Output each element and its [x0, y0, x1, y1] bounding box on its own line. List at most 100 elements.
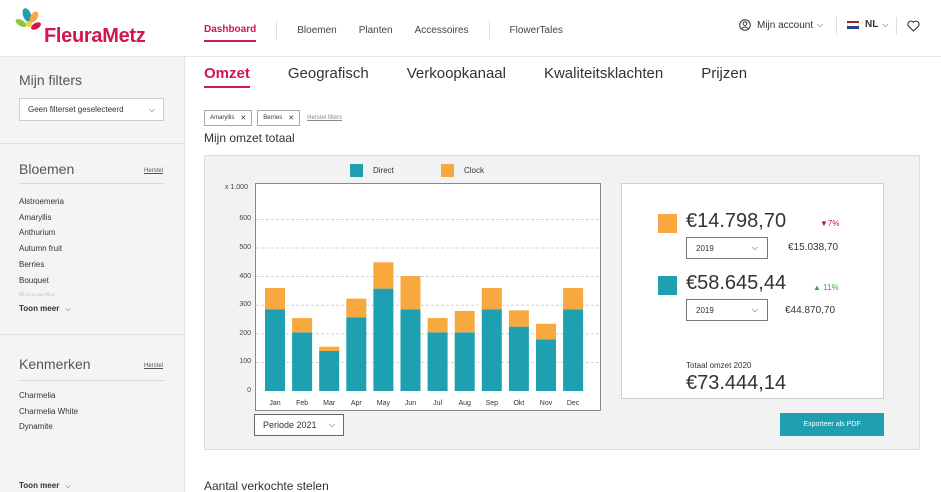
flower-logo-icon	[15, 8, 41, 30]
tab-prijzen[interactable]: Prijzen	[701, 65, 747, 88]
tab-omzet[interactable]: Omzet	[204, 65, 250, 88]
legend-swatch-clock	[441, 164, 454, 177]
total-revenue-amount: €73.444,14	[686, 372, 787, 394]
features-reset-link[interactable]: Herstel	[144, 363, 163, 369]
bar-direct-apr[interactable]	[346, 317, 367, 391]
direct-year-value: 2019	[696, 306, 714, 315]
bar-direct-nov[interactable]	[536, 339, 556, 391]
tab-verkoopkanaal[interactable]: Verkoopkanaal	[407, 65, 506, 88]
chevron-down-icon: ⌵	[751, 305, 758, 314]
reset-filters-link[interactable]: Herstel filters	[307, 115, 342, 121]
tab-geografisch[interactable]: Geografisch	[288, 65, 369, 88]
bar-clock-mar[interactable]	[319, 346, 340, 351]
bar-direct-okt[interactable]	[508, 326, 529, 391]
legend-item-direct: Direct	[350, 164, 394, 177]
heart-icon[interactable]	[907, 20, 920, 32]
export-pdf-button[interactable]: Exporteer als PDF	[780, 413, 884, 436]
bar-clock-feb[interactable]	[292, 318, 313, 333]
bar-clock-may[interactable]	[373, 262, 394, 289]
bar-direct-jan[interactable]	[265, 309, 285, 391]
y-tick-label: 500	[239, 244, 251, 251]
bar-direct-jul[interactable]	[427, 332, 448, 391]
bar-direct-mar[interactable]	[319, 350, 340, 391]
flower-option[interactable]: Alstroemeria	[19, 194, 64, 210]
triangle-down-icon: ▼	[820, 219, 828, 228]
bar-direct-feb[interactable]	[292, 332, 313, 391]
total-revenue-label: Totaal omzet 2020	[686, 361, 752, 370]
nav-bloemen[interactable]: Bloemen	[297, 25, 336, 36]
account-menu[interactable]: Mijn account ⌵	[739, 19, 823, 31]
user-icon	[739, 19, 751, 31]
nav-accessoires[interactable]: Accessoires	[415, 25, 469, 36]
feature-option[interactable]: Charmelia White	[19, 404, 78, 420]
bar-direct-jun[interactable]	[400, 309, 421, 391]
y-tick-label: 0	[247, 387, 251, 394]
x-tick-label: Aug	[458, 400, 471, 407]
bar-clock-jan[interactable]	[265, 288, 285, 310]
flower-option[interactable]: Bouquet	[19, 273, 64, 289]
bar-clock-dec[interactable]	[563, 288, 584, 310]
flower-option[interactable]: Anthurium	[19, 225, 64, 241]
filter-sidebar: Mijn filters Geen filterset geselecteerd…	[0, 57, 185, 492]
kpi-summary-card: €14.798,70 ▼7% 2019 ⌵ €15.038,70 €58.645…	[621, 183, 884, 399]
bar-clock-sep[interactable]	[481, 288, 502, 310]
close-icon[interactable]: ✕	[240, 114, 246, 122]
flower-option-faded[interactable]: Bouvardia	[19, 288, 64, 296]
section-title-stems: Aantal verkochte stelen	[204, 479, 329, 492]
analysis-tabs: Omzet Geografisch Verkoopkanaal Kwalitei…	[204, 65, 785, 88]
bar-clock-jun[interactable]	[400, 276, 421, 310]
top-header: FleuraMetz Dashboard Bloemen Planten Acc…	[0, 0, 941, 57]
bar-clock-jul[interactable]	[427, 318, 448, 333]
features-filter-title: Kenmerken	[19, 356, 91, 372]
chip-label: Amaryllis	[210, 115, 235, 121]
bar-direct-sep[interactable]	[481, 309, 502, 391]
period-select[interactable]: Periode 2021 ⌵	[254, 414, 344, 436]
main-nav: Dashboard Bloemen Planten Accessoires Fl…	[204, 20, 563, 42]
bar-clock-nov[interactable]	[536, 323, 556, 340]
bar-direct-aug[interactable]	[454, 332, 475, 391]
flower-option[interactable]: Berries	[19, 257, 64, 273]
filterset-select[interactable]: Geen filterset geselecteerd ⌵	[19, 98, 164, 121]
nav-flowertales[interactable]: FlowerTales	[510, 25, 563, 36]
chart-plot-area	[255, 183, 601, 411]
close-icon[interactable]: ✕	[288, 114, 294, 122]
filter-chip[interactable]: Amaryllis ✕	[204, 110, 253, 126]
language-label: NL	[865, 19, 879, 30]
filterset-select-value: Geen filterset geselecteerd	[28, 105, 124, 114]
bar-clock-aug[interactable]	[454, 310, 475, 333]
clock-color-swatch	[658, 214, 677, 233]
flower-option[interactable]: Autumn fruit	[19, 241, 64, 257]
x-tick-label: Feb	[296, 400, 309, 407]
bar-clock-okt[interactable]	[508, 310, 529, 327]
flowers-list: Alstroemeria Amaryllis Anthurium Autumn …	[19, 194, 64, 296]
fleurametz-logo[interactable]: FleuraMetz	[12, 7, 152, 51]
x-tick-label: Apr	[350, 400, 362, 407]
clock-delta-value: 7%	[827, 219, 840, 228]
flowers-reset-link[interactable]: Herstel	[144, 168, 163, 174]
x-tick-label: Nov	[539, 400, 553, 407]
y-axis-unit: x 1.000	[225, 184, 248, 191]
legend-item-clock: Clock	[441, 164, 484, 177]
direct-year-select[interactable]: 2019 ⌵	[686, 299, 768, 321]
bar-direct-may[interactable]	[373, 288, 394, 391]
chevron-down-icon: ⌵	[65, 483, 71, 490]
feature-option[interactable]: Charmelia	[19, 388, 78, 404]
flower-option[interactable]: Amaryllis	[19, 210, 64, 226]
clock-previous-amount: €15.038,70	[788, 242, 839, 253]
features-show-more[interactable]: Toon meer ⌵	[19, 481, 71, 491]
chip-label: Berries	[263, 115, 283, 121]
x-tick-label: Okt	[513, 400, 525, 407]
bar-direct-dec[interactable]	[563, 309, 584, 391]
flowers-show-more[interactable]: Toon meer ⌵	[19, 304, 71, 314]
account-label: Mijn account	[757, 19, 814, 31]
tab-kwaliteitsklachten[interactable]: Kwaliteitsklachten	[544, 65, 663, 88]
nav-dashboard[interactable]: Dashboard	[204, 24, 257, 42]
filter-chip[interactable]: Berries ✕	[257, 110, 301, 126]
x-tick-label: Jan	[269, 400, 281, 407]
x-tick-label: Mar	[323, 400, 336, 407]
nav-planten[interactable]: Planten	[359, 25, 393, 36]
feature-option[interactable]: Dynamite	[19, 419, 78, 435]
clock-year-select[interactable]: 2019 ⌵	[686, 237, 768, 259]
language-select[interactable]: NL ⌵	[847, 19, 888, 30]
bar-clock-apr[interactable]	[346, 298, 367, 318]
